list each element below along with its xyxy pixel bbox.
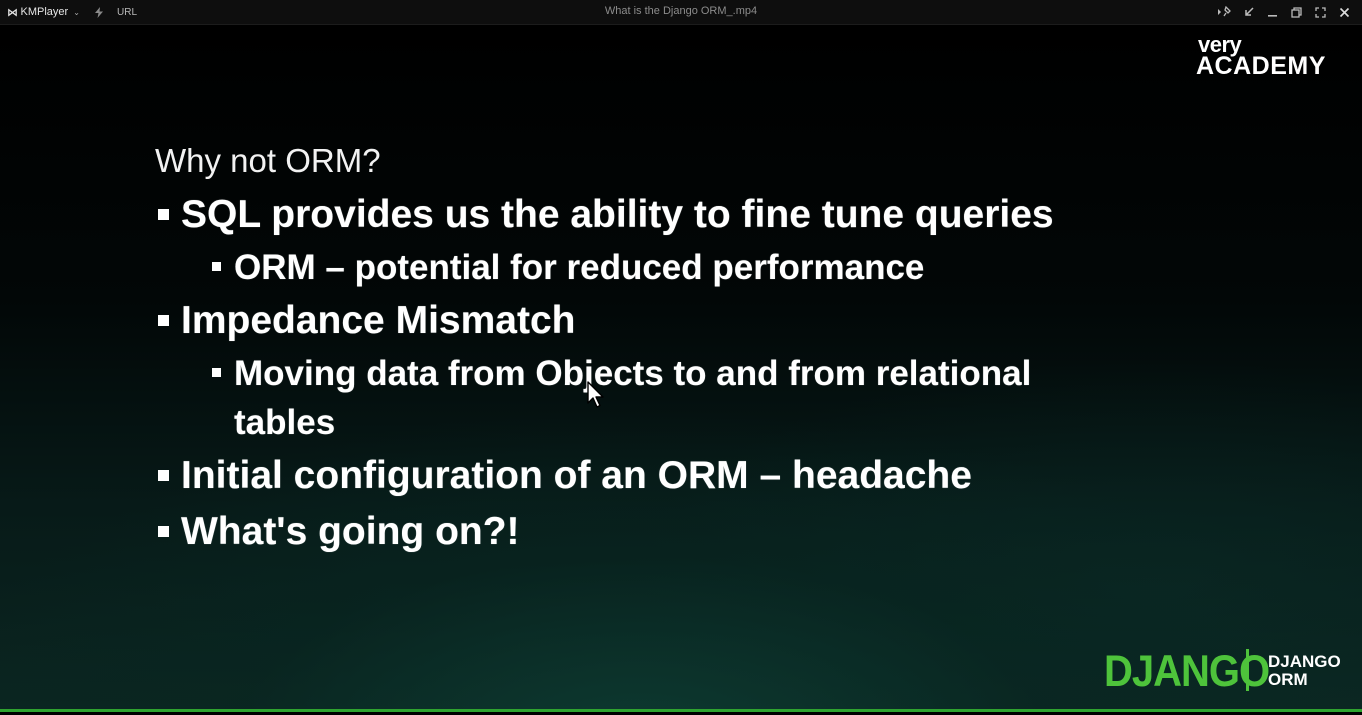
minimize-icon[interactable]: [1260, 0, 1284, 24]
course-tag-line2: ORM: [1268, 670, 1308, 689]
pin-icon[interactable]: [1212, 0, 1236, 24]
slide-bullets: SQL provides us the ability to fine tune…: [0, 25, 1362, 712]
bullet-square-icon: [158, 526, 169, 537]
bullet-text: What's going on?!: [181, 510, 520, 553]
kmplayer-logo-icon: ⋈: [7, 6, 18, 19]
compact-mode-icon[interactable]: [1236, 0, 1260, 24]
window-controls: [1212, 0, 1356, 24]
chevron-down-icon: ⌄: [73, 7, 80, 17]
bullet-item: SQL provides us the ability to fine tune…: [158, 193, 1054, 237]
bullet-square-icon: [158, 470, 169, 481]
url-button[interactable]: URL: [117, 0, 137, 24]
mouse-cursor-icon: [587, 381, 604, 408]
sub-bullet-continuation: tables: [234, 403, 335, 443]
bullet-square-icon: [212, 368, 221, 377]
bullet-item: Initial configuration of an ORM – headac…: [158, 454, 972, 498]
close-icon[interactable]: [1332, 0, 1356, 24]
course-tag: DJANGO ORM: [1268, 653, 1341, 689]
bullet-item: Impedance Mismatch: [158, 299, 576, 343]
bullet-text: Impedance Mismatch: [181, 299, 576, 342]
restore-icon[interactable]: [1284, 0, 1308, 24]
sub-bullet-item: ORM – potential for reduced performance: [212, 248, 925, 288]
video-area[interactable]: very ACADEMY Why not ORM? SQL provides u…: [0, 25, 1362, 712]
logo-divider: [1246, 649, 1249, 691]
fullscreen-icon[interactable]: [1308, 0, 1332, 24]
bullet-text: Moving data from Objects to and from rel…: [234, 354, 1032, 393]
bullet-square-icon: [212, 262, 221, 271]
lightning-icon[interactable]: [93, 0, 105, 24]
course-tag-line1: DJANGO: [1268, 652, 1341, 671]
app-menu-button[interactable]: ⋈ KMPlayer ⌄: [7, 0, 80, 24]
bullet-text: SQL provides us the ability to fine tune…: [181, 193, 1054, 236]
app-name: KMPlayer: [20, 6, 69, 18]
bullet-square-icon: [158, 209, 169, 220]
window-title: What is the Django ORM_.mp4: [604, 5, 758, 17]
django-logo: DJANGO: [1104, 647, 1270, 697]
bullet-square-icon: [158, 315, 169, 326]
progress-line: [0, 709, 1362, 712]
sub-bullet-item: Moving data from Objects to and from rel…: [212, 354, 1032, 394]
kmplayer-window: ⋈ KMPlayer ⌄ URL What is the Django ORM_…: [0, 0, 1362, 715]
bullet-item: What's going on?!: [158, 510, 520, 554]
bullet-text: tables: [234, 403, 336, 442]
bullet-text: Initial configuration of an ORM – headac…: [181, 454, 972, 497]
bullet-text: ORM – potential for reduced performance: [234, 248, 925, 287]
title-bar: ⋈ KMPlayer ⌄ URL What is the Django ORM_…: [0, 0, 1362, 25]
